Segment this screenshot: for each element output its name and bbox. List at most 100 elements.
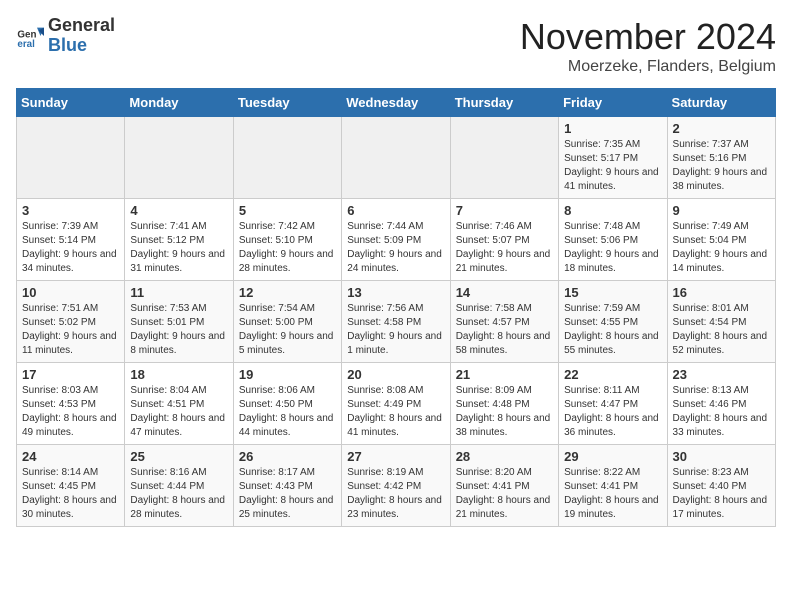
day-number: 1 <box>564 121 661 136</box>
day-info: Sunrise: 7:42 AM Sunset: 5:10 PM Dayligh… <box>239 220 336 276</box>
day-number: 30 <box>673 449 770 464</box>
day-info: Sunrise: 8:23 AM Sunset: 4:40 PM Dayligh… <box>673 466 770 522</box>
day-number: 25 <box>130 449 227 464</box>
day-number: 5 <box>239 203 336 218</box>
logo: Gen eral General Blue <box>16 16 115 56</box>
day-number: 29 <box>564 449 661 464</box>
day-info: Sunrise: 8:16 AM Sunset: 4:44 PM Dayligh… <box>130 466 227 522</box>
day-number: 14 <box>456 285 553 300</box>
day-info: Sunrise: 8:20 AM Sunset: 4:41 PM Dayligh… <box>456 466 553 522</box>
day-cell: 19 Sunrise: 8:06 AM Sunset: 4:50 PM Dayli… <box>233 363 341 445</box>
day-cell: 6Sunrise: 7:44 AM Sunset: 5:09 PM Daylig… <box>342 199 450 281</box>
day-cell: 17 Sunrise: 8:03 AM Sunset: 4:53 PM Dayli… <box>17 363 125 445</box>
page-header: Gen eral General Blue November 2024 Moer… <box>16 16 776 76</box>
day-info: Sunrise: 7:53 AM Sunset: 5:01 PM Dayligh… <box>130 302 227 358</box>
day-cell: 15 Sunrise: 7:59 AM Sunset: 4:55 PM Dayli… <box>559 281 667 363</box>
day-cell: 25 Sunrise: 8:16 AM Sunset: 4:44 PM Dayli… <box>125 445 233 527</box>
day-info: Sunrise: 7:39 AM Sunset: 5:14 PM Dayligh… <box>22 220 119 276</box>
day-info: Sunrise: 8:01 AM Sunset: 4:54 PM Dayligh… <box>673 302 770 358</box>
day-number: 19 <box>239 367 336 382</box>
day-cell: 2Sunrise: 7:37 AM Sunset: 5:16 PM Daylig… <box>667 117 775 199</box>
day-info: Sunrise: 7:35 AM Sunset: 5:17 PM Dayligh… <box>564 138 661 194</box>
day-number: 12 <box>239 285 336 300</box>
column-header-thursday: Thursday <box>450 89 558 117</box>
day-number: 15 <box>564 285 661 300</box>
column-header-saturday: Saturday <box>667 89 775 117</box>
logo-icon: Gen eral <box>16 22 44 50</box>
calendar-table: SundayMondayTuesdayWednesdayThursdayFrid… <box>16 88 776 527</box>
day-cell: 13 Sunrise: 7:56 AM Sunset: 4:58 PM Dayli… <box>342 281 450 363</box>
day-cell: 1 Sunrise: 7:35 AM Sunset: 5:17 PM Daylig… <box>559 117 667 199</box>
day-cell: 26Sunrise: 8:17 AM Sunset: 4:43 PM Dayli… <box>233 445 341 527</box>
day-number: 21 <box>456 367 553 382</box>
day-info: Sunrise: 8:04 AM Sunset: 4:51 PM Dayligh… <box>130 384 227 440</box>
calendar-header: SundayMondayTuesdayWednesdayThursdayFrid… <box>17 89 776 117</box>
day-info: Sunrise: 8:14 AM Sunset: 4:45 PM Dayligh… <box>22 466 119 522</box>
day-cell: 27 Sunrise: 8:19 AM Sunset: 4:42 PM Dayli… <box>342 445 450 527</box>
day-cell: 16 Sunrise: 8:01 AM Sunset: 4:54 PM Dayli… <box>667 281 775 363</box>
day-number: 11 <box>130 285 227 300</box>
column-header-sunday: Sunday <box>17 89 125 117</box>
day-number: 22 <box>564 367 661 382</box>
day-info: Sunrise: 8:19 AM Sunset: 4:42 PM Dayligh… <box>347 466 444 522</box>
week-row-1: 1 Sunrise: 7:35 AM Sunset: 5:17 PM Daylig… <box>17 117 776 199</box>
header-row: SundayMondayTuesdayWednesdayThursdayFrid… <box>17 89 776 117</box>
day-number: 28 <box>456 449 553 464</box>
day-cell: 29 Sunrise: 8:22 AM Sunset: 4:41 PM Dayli… <box>559 445 667 527</box>
calendar-body: 1 Sunrise: 7:35 AM Sunset: 5:17 PM Daylig… <box>17 117 776 527</box>
day-info: Sunrise: 8:17 AM Sunset: 4:43 PM Dayligh… <box>239 466 336 522</box>
day-number: 16 <box>673 285 770 300</box>
day-cell <box>342 117 450 199</box>
week-row-2: 3 Sunrise: 7:39 AM Sunset: 5:14 PM Daylig… <box>17 199 776 281</box>
day-number: 9 <box>673 203 770 218</box>
day-info: Sunrise: 8:22 AM Sunset: 4:41 PM Dayligh… <box>564 466 661 522</box>
column-header-friday: Friday <box>559 89 667 117</box>
day-info: Sunrise: 7:46 AM Sunset: 5:07 PM Dayligh… <box>456 220 553 276</box>
day-info: Sunrise: 7:41 AM Sunset: 5:12 PM Dayligh… <box>130 220 227 276</box>
day-cell <box>17 117 125 199</box>
day-cell: 28 Sunrise: 8:20 AM Sunset: 4:41 PM Dayli… <box>450 445 558 527</box>
day-number: 6 <box>347 203 444 218</box>
day-info: Sunrise: 8:06 AM Sunset: 4:50 PM Dayligh… <box>239 384 336 440</box>
day-cell: 30 Sunrise: 8:23 AM Sunset: 4:40 PM Dayli… <box>667 445 775 527</box>
column-header-monday: Monday <box>125 89 233 117</box>
day-info: Sunrise: 8:03 AM Sunset: 4:53 PM Dayligh… <box>22 384 119 440</box>
day-number: 13 <box>347 285 444 300</box>
day-cell: 22 Sunrise: 8:11 AM Sunset: 4:47 PM Dayli… <box>559 363 667 445</box>
day-info: Sunrise: 7:56 AM Sunset: 4:58 PM Dayligh… <box>347 302 444 358</box>
day-cell: 14Sunrise: 7:58 AM Sunset: 4:57 PM Dayli… <box>450 281 558 363</box>
day-info: Sunrise: 7:59 AM Sunset: 4:55 PM Dayligh… <box>564 302 661 358</box>
column-header-wednesday: Wednesday <box>342 89 450 117</box>
day-info: Sunrise: 7:51 AM Sunset: 5:02 PM Dayligh… <box>22 302 119 358</box>
day-cell <box>233 117 341 199</box>
month-title: November 2024 <box>520 16 776 58</box>
day-cell: 8Sunrise: 7:48 AM Sunset: 5:06 PM Daylig… <box>559 199 667 281</box>
week-row-5: 24 Sunrise: 8:14 AM Sunset: 4:45 PM Dayli… <box>17 445 776 527</box>
day-info: Sunrise: 7:54 AM Sunset: 5:00 PM Dayligh… <box>239 302 336 358</box>
title-area: November 2024 Moerzeke, Flanders, Belgiu… <box>520 16 776 76</box>
day-info: Sunrise: 8:11 AM Sunset: 4:47 PM Dayligh… <box>564 384 661 440</box>
day-info: Sunrise: 8:08 AM Sunset: 4:49 PM Dayligh… <box>347 384 444 440</box>
day-cell: 24 Sunrise: 8:14 AM Sunset: 4:45 PM Dayli… <box>17 445 125 527</box>
day-number: 17 <box>22 367 119 382</box>
day-cell: 23Sunrise: 8:13 AM Sunset: 4:46 PM Dayli… <box>667 363 775 445</box>
week-row-3: 10Sunrise: 7:51 AM Sunset: 5:02 PM Dayli… <box>17 281 776 363</box>
day-cell: 18 Sunrise: 8:04 AM Sunset: 4:51 PM Dayli… <box>125 363 233 445</box>
day-info: Sunrise: 8:09 AM Sunset: 4:48 PM Dayligh… <box>456 384 553 440</box>
day-cell: 5 Sunrise: 7:42 AM Sunset: 5:10 PM Daylig… <box>233 199 341 281</box>
day-number: 24 <box>22 449 119 464</box>
day-cell <box>125 117 233 199</box>
day-number: 2 <box>673 121 770 136</box>
day-number: 23 <box>673 367 770 382</box>
day-number: 20 <box>347 367 444 382</box>
day-number: 3 <box>22 203 119 218</box>
day-info: Sunrise: 7:49 AM Sunset: 5:04 PM Dayligh… <box>673 220 770 276</box>
day-number: 4 <box>130 203 227 218</box>
day-number: 27 <box>347 449 444 464</box>
day-number: 18 <box>130 367 227 382</box>
day-cell: 9 Sunrise: 7:49 AM Sunset: 5:04 PM Daylig… <box>667 199 775 281</box>
week-row-4: 17 Sunrise: 8:03 AM Sunset: 4:53 PM Dayli… <box>17 363 776 445</box>
logo-blue-text: Blue <box>48 35 87 55</box>
day-cell: 11 Sunrise: 7:53 AM Sunset: 5:01 PM Dayli… <box>125 281 233 363</box>
day-number: 7 <box>456 203 553 218</box>
